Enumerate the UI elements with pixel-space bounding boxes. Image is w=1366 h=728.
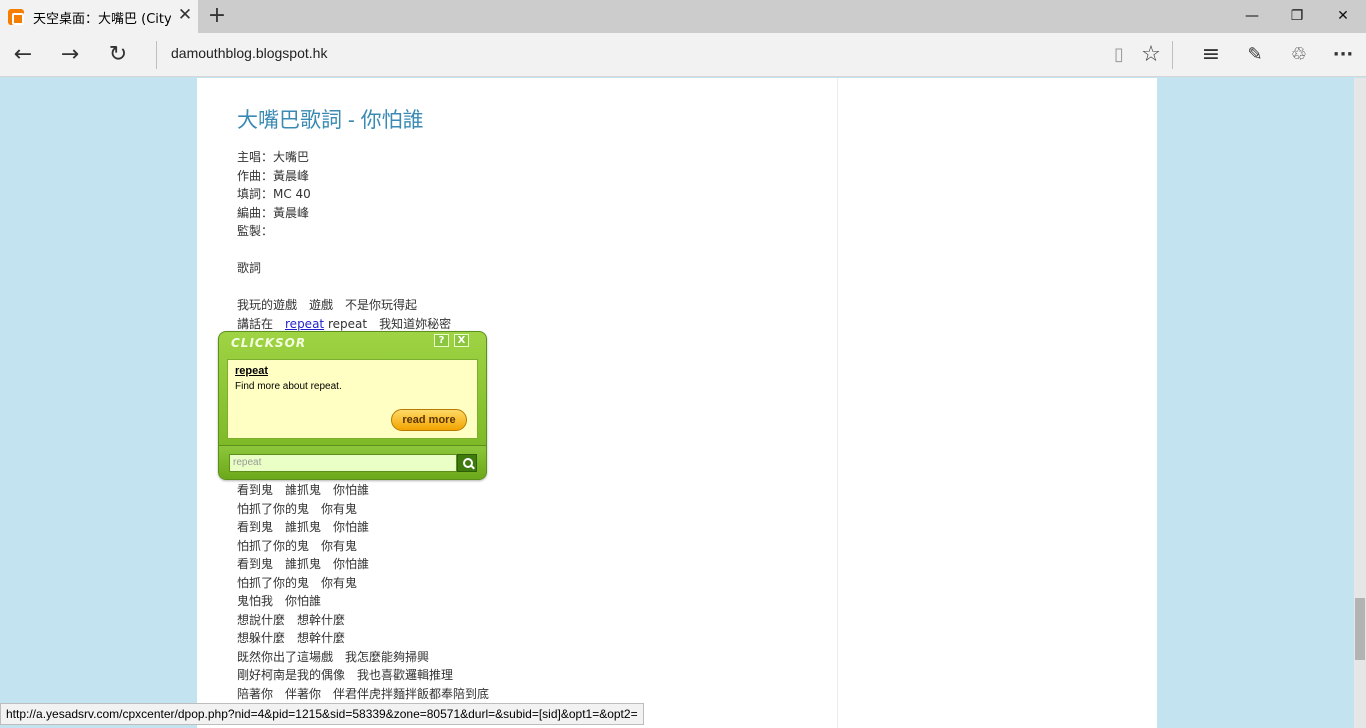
minimize-button[interactable]: — [1229,0,1275,33]
clicksor-popup: CLICKSOR ? X repeat Find more about repe… [218,331,487,480]
lyrics-line: 既然你出了這場戲 我怎麼能夠掃興 [237,649,430,664]
lyrics-rest: 看到鬼 誰抓鬼 你怕誰 怕抓了你的鬼 你有鬼 看到鬼 誰抓鬼 你怕誰 怕抓了你的鬼 你… [237,481,797,722]
popup-description: Find more about repeat. [235,381,342,392]
credit-line: 監製： [237,224,274,238]
credit-line: 作曲：黃晨峰 [237,168,310,183]
address-divider [156,41,157,69]
new-tab-button[interactable]: + [205,4,229,28]
lyrics-line: 怕抓了你的鬼 你有鬼 [237,501,358,516]
search-icon[interactable] [457,454,477,472]
scroll-thumb[interactable] [1355,598,1365,660]
vertical-scrollbar[interactable] [1354,78,1366,728]
more-icon[interactable]: ··· [1326,38,1360,72]
read-more-button[interactable]: read more [391,409,467,431]
forward-icon[interactable]: → [53,38,87,72]
restore-button[interactable]: ❐ [1274,0,1320,33]
keyword-ad-link[interactable]: repeat [285,317,324,331]
toolbar-divider [1172,41,1173,69]
lyrics-text: repeat 我知道妳秘密 [324,316,452,331]
credit-line: 編曲：黃晨峰 [237,205,310,220]
lyrics-line: 怕抓了你的鬼 你有鬼 [237,538,358,553]
lyrics-line: 鬼怕我 你怕誰 [237,594,322,608]
tab-bar: 天空桌面：大嘴巴 (CityS ✕ + — ❐ ✕ [0,0,1366,33]
address-bar: ← → ↻ damouthblog.blogspot.hk ▯ ☆ ≡ ✎ ♲ … [0,33,1366,77]
lyrics-line: 陪著你 伴著你 伴君伴虎拌麵拌飯都奉陪到底 [237,686,490,701]
popup-close-button[interactable]: X [454,334,469,347]
popup-search-bar: repeat [219,445,486,479]
lyrics-line: 看到鬼 誰抓鬼 你怕誰 [237,483,370,497]
popup-search-input[interactable]: repeat [229,454,457,472]
lyrics-line: 看到鬼 誰抓鬼 你怕誰 [237,520,370,534]
lyrics-line: 看到鬼 誰抓鬼 你怕誰 [237,557,370,571]
post-title[interactable]: 大嘴巴歌詞 - 你怕誰 [237,104,424,134]
popup-keyword-link[interactable]: repeat [235,365,268,377]
back-icon[interactable]: ← [6,38,40,72]
lyrics-line: 怕抓了你的鬼 你有鬼 [237,575,358,590]
web-note-icon[interactable]: ✎ [1238,38,1272,72]
lyrics-line: 剛好柯南是我的偶像 我也喜歡邏輯推理 [237,668,454,682]
lyrics-line: 我玩的遊戲 遊戲 不是你玩得起 [237,298,418,312]
clicksor-logo: CLICKSOR [231,336,307,350]
refresh-icon[interactable]: ↻ [101,38,135,72]
blogger-icon [8,9,24,25]
popup-ad-box: repeat Find more about repeat. read more [227,359,478,439]
tab-title: 天空桌面：大嘴巴 (CityS [33,12,171,27]
status-bar-url: http://a.yesadsrv.com/cpxcenter/dpop.php… [0,703,644,725]
credit-line: 主唱：大嘴巴 [237,150,310,164]
sidebar-divider [837,78,838,728]
close-tab-icon[interactable]: ✕ [176,5,194,25]
active-tab[interactable]: 天空桌面：大嘴巴 (CityS ✕ [0,0,198,33]
credits: 主唱：大嘴巴 作曲：黃晨峰 填詞：MC 40 編曲：黃晨峰 監製： [237,148,797,241]
share-icon[interactable]: ♲ [1282,38,1316,72]
lyrics-heading: 歌詞 [237,261,262,275]
lyrics-line: 想說什麼 想幹什麼 [237,612,346,627]
close-window-button[interactable]: ✕ [1320,0,1366,33]
url-field[interactable]: damouthblog.blogspot.hk [171,45,327,61]
popup-help-button[interactable]: ? [434,334,449,347]
page-viewport: 大嘴巴歌詞 - 你怕誰 主唱：大嘴巴 作曲：黃晨峰 填詞：MC 40 編曲：黃晨峰 監製… [0,78,1354,728]
hub-icon[interactable]: ≡ [1194,38,1228,72]
credit-line: 填詞：MC 40 [237,187,311,201]
favorites-star-icon[interactable]: ☆ [1134,38,1168,72]
lyrics-text: 講話在 [237,316,286,331]
reading-view-icon[interactable]: ▯ [1102,38,1136,72]
lyrics-line: 想躲什麼 想幹什麼 [237,631,346,645]
